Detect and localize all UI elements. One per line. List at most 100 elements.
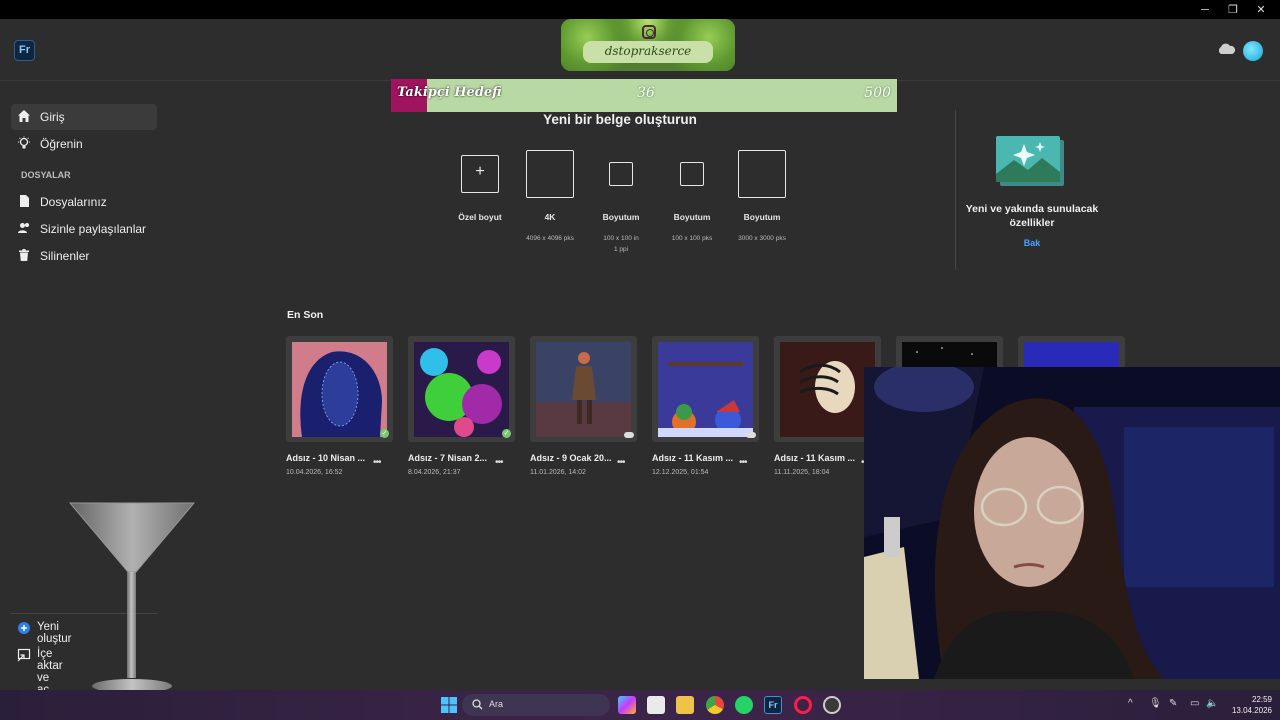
preset-3000px[interactable]: Boyutum 3000 x 3000 pks xyxy=(722,150,802,242)
sidebar-item-your-files[interactable]: Dosyalarınız xyxy=(11,189,157,215)
sparkle-image-icon xyxy=(996,136,1064,186)
follower-goal-bar: Takipçi Hedefi 36 500 xyxy=(391,79,897,112)
file-date: 8.04.2026, 21:37 xyxy=(408,469,461,476)
artwork-thumbnail xyxy=(658,342,753,437)
app-header: Fr dstoprakserce xyxy=(0,19,1280,81)
preset-shape xyxy=(526,150,574,198)
preset-dimensions: 3000 x 3000 pks xyxy=(738,235,786,242)
plus-icon: + xyxy=(461,155,499,193)
file-name: Adsız - 9 Ocak 20... xyxy=(530,453,612,463)
sidebar-item-home[interactable]: Giriş xyxy=(11,104,157,130)
copilot-icon[interactable] xyxy=(618,696,636,714)
sidebar-item-label: Silinenler xyxy=(40,249,90,263)
webcam-overlay xyxy=(864,367,1280,679)
cloud-sync-icon[interactable] xyxy=(1216,43,1236,55)
more-options-icon[interactable]: ••• xyxy=(739,457,747,468)
sidebar-item-label: Öğrenin xyxy=(40,137,83,151)
file-thumbnail[interactable]: ✓ xyxy=(408,336,515,442)
taskbar-search[interactable]: Ara xyxy=(462,694,610,716)
sidebar-item-shared[interactable]: Sizinle paylaşılanlar xyxy=(11,216,157,242)
chrome-icon[interactable] xyxy=(706,696,724,714)
sidebar-item-learn[interactable]: Öğrenin xyxy=(11,131,157,157)
instagram-icon xyxy=(642,25,656,39)
preset-dimensions: 4096 x 4096 pks xyxy=(526,235,574,242)
fresco-logo-icon[interactable]: Fr xyxy=(14,40,35,61)
recent-section-title: En Son xyxy=(287,309,324,321)
close-button[interactable]: ✕ xyxy=(1246,2,1276,18)
obs-icon[interactable] xyxy=(823,696,841,714)
synced-check-icon: ✓ xyxy=(502,429,511,438)
clock-time: 22:59 xyxy=(1251,695,1272,704)
home-icon xyxy=(18,110,30,122)
network-icon[interactable]: ▭ xyxy=(1190,698,1199,709)
recent-file-card[interactable]: ✓ Adsız - 7 Nisan 2... 8.04.2026, 21:37 … xyxy=(408,336,515,476)
instagram-overlay-banner: dstoprakserce xyxy=(561,19,735,71)
sidebar-item-deleted[interactable]: Silinenler xyxy=(11,243,157,269)
file-name: Adsız - 7 Nisan 2... xyxy=(408,453,488,463)
whats-new-link[interactable]: Bak xyxy=(960,238,1104,248)
preset-4k[interactable]: 4K 4096 x 4096 pks xyxy=(510,150,590,242)
artwork-thumbnail xyxy=(292,342,387,437)
recent-file-card[interactable]: Adsız - 11 Kasım ... 12.12.2025, 01:54 •… xyxy=(652,336,759,476)
preset-100px[interactable]: Boyutum 100 x 100 pks xyxy=(652,150,732,242)
artwork-thumbnail xyxy=(414,342,509,437)
fresco-taskbar-icon[interactable]: Fr xyxy=(764,696,782,714)
windows-start-icon[interactable] xyxy=(440,696,458,714)
more-options-icon[interactable]: ••• xyxy=(617,457,625,468)
opera-icon[interactable] xyxy=(794,696,812,714)
plus-circle-icon xyxy=(18,622,30,634)
preset-custom-size[interactable]: + Özel boyut xyxy=(440,150,520,222)
taskbar-clock[interactable]: 22:59 13.04.2026 xyxy=(1226,694,1272,716)
search-placeholder: Ara xyxy=(489,699,504,709)
more-options-icon[interactable]: ••• xyxy=(373,457,381,468)
cloud-badge-icon xyxy=(746,432,756,438)
section-divider xyxy=(955,110,956,270)
martini-glass-overlay xyxy=(68,502,196,693)
microphone-icon[interactable]: 🎙 xyxy=(1149,698,1162,709)
preset-name: Boyutum xyxy=(743,212,781,222)
volume-icon[interactable]: 🔈 xyxy=(1206,698,1218,709)
shared-users-icon xyxy=(18,223,29,233)
clock-date: 13.04.2026 xyxy=(1231,706,1272,715)
pen-icon[interactable]: ✎ xyxy=(1169,698,1177,709)
more-options-icon[interactable]: ••• xyxy=(495,457,503,468)
create-document-title: Yeni bir belge oluşturun xyxy=(543,112,697,127)
file-date: 10.04.2026, 16:52 xyxy=(286,469,343,476)
preset-name: Özel boyut xyxy=(458,212,502,222)
lightbulb-icon xyxy=(18,136,30,149)
preset-shape xyxy=(680,162,704,186)
file-thumbnail[interactable]: ✓ xyxy=(286,336,393,442)
goal-current: 36 xyxy=(637,85,655,101)
sidebar-item-label: Sizinle paylaşılanlar xyxy=(40,222,147,236)
file-explorer-icon[interactable] xyxy=(676,696,694,714)
instagram-handle: dstoprakserce xyxy=(604,44,692,58)
user-avatar[interactable] xyxy=(1243,41,1263,61)
store-icon[interactable] xyxy=(647,696,665,714)
chevron-up-icon[interactable]: ^ xyxy=(1128,698,1133,709)
import-icon xyxy=(17,648,31,662)
goal-label: Takipçi Hedefi xyxy=(397,85,502,100)
goal-target: 500 xyxy=(864,85,891,101)
file-thumbnail[interactable] xyxy=(652,336,759,442)
fresco-app-window: ─ ❐ ✕ Fr dstoprakserce Takipçi Hedefi 36… xyxy=(0,0,1280,696)
import-open-label: İçe aktar ve aç xyxy=(37,648,63,696)
recent-file-card[interactable]: Adsız - 9 Ocak 20... 11.01.2026, 14:02 •… xyxy=(530,336,637,476)
file-name: Adsız - 10 Nisan ... xyxy=(286,453,366,463)
file-name: Adsız - 11 Kasım ... xyxy=(774,453,856,463)
preset-dimensions: 100 x 100 in 1 ppi xyxy=(603,235,639,253)
file-thumbnail[interactable] xyxy=(530,336,637,442)
file-date: 11.11.2025, 18:04 xyxy=(774,469,830,476)
sidebar-item-label: Giriş xyxy=(40,110,65,124)
minimize-button[interactable]: ─ xyxy=(1190,2,1220,18)
preset-100in[interactable]: Boyutum 100 x 100 in 1 ppi xyxy=(581,150,661,253)
preset-dimensions: 100 x 100 pks xyxy=(671,235,713,242)
whats-new-title: Yeni ve yakında sunulacak özellikler xyxy=(960,202,1104,230)
maximize-button[interactable]: ❐ xyxy=(1218,2,1248,18)
preset-shape xyxy=(609,162,633,186)
file-icon xyxy=(20,195,29,207)
recent-file-card[interactable]: ✓ Adsız - 10 Nisan ... 10.04.2026, 16:52… xyxy=(286,336,393,476)
artwork-thumbnail xyxy=(536,342,631,437)
file-date: 12.12.2025, 01:54 xyxy=(652,469,709,476)
trash-icon xyxy=(19,249,29,261)
whatsapp-icon[interactable] xyxy=(735,696,753,714)
